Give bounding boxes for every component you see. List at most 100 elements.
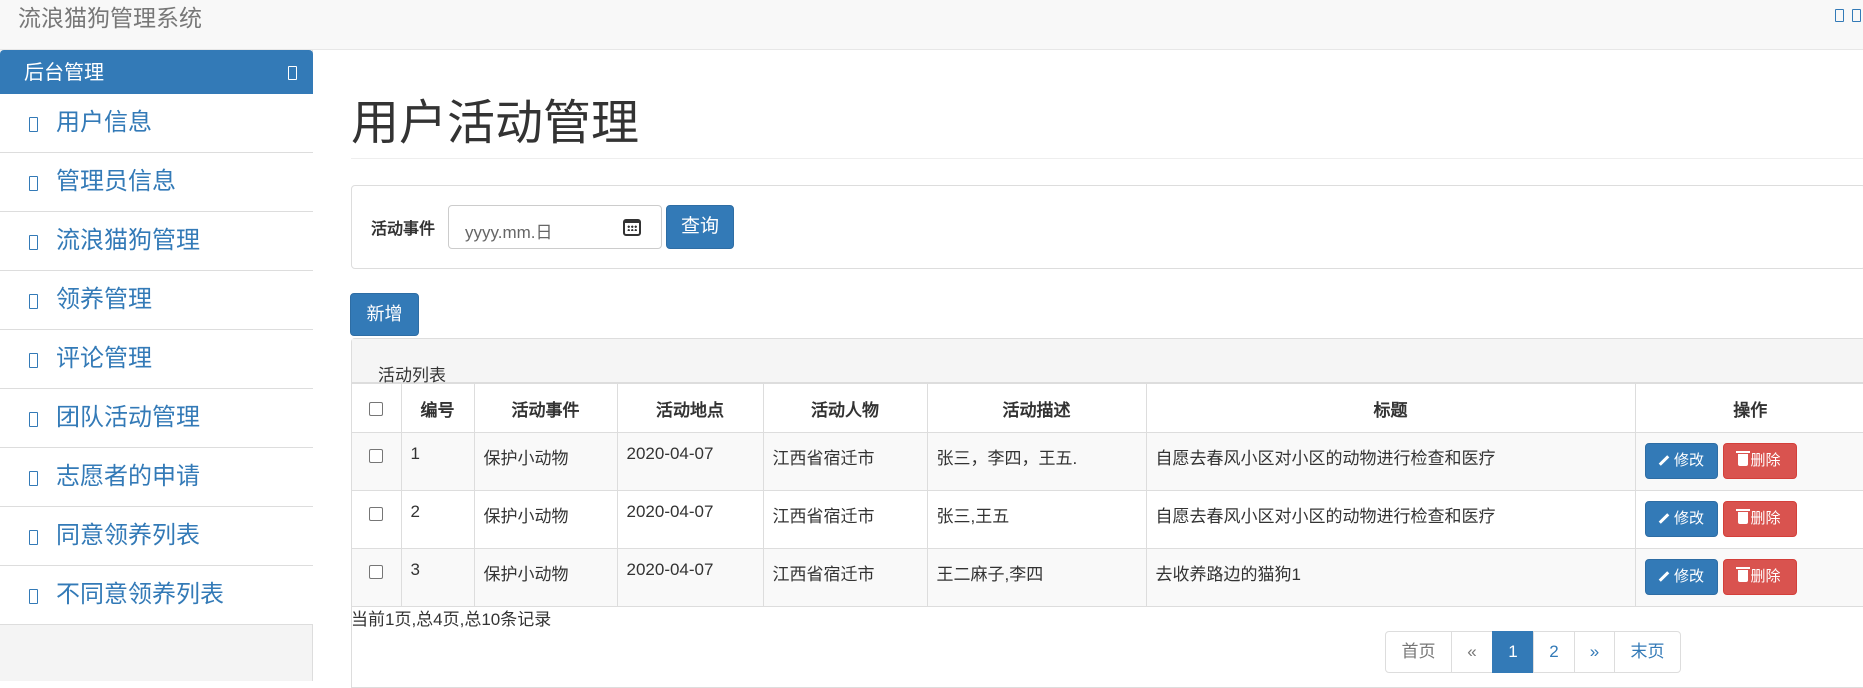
row-checkbox[interactable] — [369, 506, 384, 521]
menu-icon — [29, 294, 38, 309]
sidebar-item-rejected-adoptions[interactable]: 不同意领养列表 — [0, 566, 313, 625]
query-button[interactable]: 查询 — [666, 205, 734, 249]
menu-icon — [29, 589, 38, 604]
prev-page-link[interactable]: « — [1451, 631, 1493, 673]
cell-people: 张三，李四，王五. — [926, 432, 1147, 491]
cell-title: 去收养路边的猫狗1 — [1145, 548, 1636, 607]
title-divider — [351, 158, 1863, 159]
menu-icon — [29, 235, 38, 250]
cell-title: 自愿去春风小区对小区的动物进行检查和医疗 — [1145, 490, 1636, 549]
sidebar-item-label: 不同意领养列表 — [56, 581, 224, 608]
sidebar-item-label: 用户信息 — [56, 109, 152, 136]
menu-icon — [29, 117, 38, 132]
cell-id: 3 — [400, 548, 475, 607]
main-content: 用户活动管理 活动事件 yyyy.mm.日 查询 新增 活动列表 编号 活动事件… — [313, 50, 1863, 688]
pencil-icon — [1658, 571, 1670, 582]
edit-button[interactable]: 修改 — [1644, 443, 1718, 479]
sidebar-item-label: 同意领养列表 — [56, 522, 200, 549]
sidebar-item-team-activities[interactable]: 团队活动管理 — [0, 389, 313, 448]
delete-button[interactable]: 删除 — [1722, 559, 1797, 595]
list-panel-header: 活动列表 — [352, 339, 1863, 385]
cell-actions: 修改 删除 — [1634, 548, 1863, 607]
cell-date: 2020-04-07 — [616, 432, 764, 491]
cell-place: 江西省宿迁市 — [762, 432, 928, 491]
edit-button[interactable]: 修改 — [1644, 559, 1718, 595]
delete-label: 删除 — [1750, 510, 1781, 527]
cell-title: 自愿去春风小区对小区的动物进行检查和医疗 — [1145, 432, 1636, 491]
menu-icon — [29, 471, 38, 486]
select-all-checkbox[interactable] — [369, 401, 384, 416]
edit-label: 修改 — [1673, 510, 1704, 527]
trash-icon — [1736, 451, 1751, 466]
pencil-icon — [1658, 455, 1670, 466]
column-header[interactable]: 标题 — [1145, 383, 1636, 433]
cell-event: 保护小动物 — [473, 490, 618, 549]
row-select-cell — [352, 432, 402, 491]
sidebar-header[interactable]: 后台管理 — [0, 50, 313, 94]
sidebar-item-user-info[interactable]: 用户信息 — [0, 94, 313, 153]
table-row: 1 保护小动物 2020-04-07 江西省宿迁市 张三，李四，王五. 自愿去春… — [352, 432, 1863, 491]
last-page-link[interactable]: 末页 — [1614, 631, 1681, 673]
cell-actions: 修改 删除 — [1634, 490, 1863, 549]
sidebar-item-label: 团队活动管理 — [56, 404, 200, 431]
square-icon[interactable] — [1835, 9, 1844, 22]
square-icon[interactable] — [1852, 9, 1861, 22]
add-button[interactable]: 新增 — [350, 293, 419, 336]
sidebar-item-approved-adoptions[interactable]: 同意领养列表 — [0, 507, 313, 566]
table-row: 2 保护小动物 2020-04-07 江西省宿迁市 张三,王五 自愿去春风小区对… — [352, 490, 1863, 549]
edit-button[interactable]: 修改 — [1644, 501, 1718, 537]
trash-icon — [1736, 567, 1751, 582]
cell-place: 江西省宿迁市 — [762, 490, 928, 549]
column-header[interactable]: 编号 — [400, 383, 475, 433]
sidebar-item-comments[interactable]: 评论管理 — [0, 330, 313, 389]
activity-date-input[interactable]: yyyy.mm.日 — [448, 205, 662, 249]
sidebar-item-volunteer-applications[interactable]: 志愿者的申请 — [0, 448, 313, 507]
page-link-2[interactable]: 2 — [1533, 631, 1575, 673]
delete-button[interactable]: 删除 — [1722, 501, 1797, 537]
menu-icon — [29, 412, 38, 427]
sidebar: 后台管理 用户信息 管理员信息 流浪猫狗管理 领养管理 评论管理 团队活动管理 — [0, 50, 313, 681]
edit-label: 修改 — [1673, 568, 1704, 585]
menu-icon — [29, 176, 38, 191]
next-page-link[interactable]: » — [1574, 631, 1615, 673]
column-header[interactable]: 活动地点 — [616, 383, 764, 433]
app-title[interactable]: 流浪猫狗管理系统 — [18, 4, 202, 32]
activity-table: 编号 活动事件 活动地点 活动人物 活动描述 标题 操作 1 保护小动物 202… — [352, 383, 1863, 607]
first-page-link[interactable]: 首页 — [1385, 631, 1452, 673]
cell-event: 保护小动物 — [473, 548, 618, 607]
cell-date: 2020-04-07 — [616, 490, 764, 549]
activity-event-label: 活动事件 — [371, 221, 436, 238]
column-header[interactable]: 活动描述 — [926, 383, 1147, 433]
sidebar-item-admin-info[interactable]: 管理员信息 — [0, 153, 313, 212]
cell-date: 2020-04-07 — [616, 548, 764, 607]
row-checkbox[interactable] — [369, 564, 384, 579]
sidebar-item-label: 流浪猫狗管理 — [56, 227, 200, 254]
cell-people: 张三,王五 — [926, 490, 1147, 549]
cell-id: 1 — [400, 432, 475, 491]
page-info: 当前1页,总4页,总10条记录 — [351, 610, 552, 629]
row-checkbox[interactable] — [369, 448, 384, 463]
delete-button[interactable]: 删除 — [1722, 443, 1797, 479]
collapse-icon[interactable] — [288, 66, 297, 80]
column-header: 操作 — [1634, 383, 1863, 433]
table-header-row: 编号 活动事件 活动地点 活动人物 活动描述 标题 操作 — [352, 383, 1863, 433]
row-select-cell — [352, 548, 402, 607]
sidebar-header-title: 后台管理 — [24, 62, 104, 84]
sidebar-item-stray-pets[interactable]: 流浪猫狗管理 — [0, 212, 313, 271]
sidebar-item-label: 评论管理 — [56, 345, 152, 372]
edit-label: 修改 — [1673, 452, 1704, 469]
sidebar-item-adoption[interactable]: 领养管理 — [0, 271, 313, 330]
pagination: 首页 « 1 2 » 末页 — [1385, 631, 1681, 673]
menu-icon — [29, 530, 38, 545]
cell-id: 2 — [400, 490, 475, 549]
sidebar-item-label: 领养管理 — [56, 286, 152, 313]
cell-place: 江西省宿迁市 — [762, 548, 928, 607]
calendar-icon[interactable] — [623, 219, 641, 236]
column-header[interactable]: 活动人物 — [762, 383, 928, 433]
select-all-cell — [352, 383, 402, 433]
page-link-1[interactable]: 1 — [1492, 631, 1534, 673]
query-panel: 活动事件 yyyy.mm.日 查询 — [351, 185, 1863, 269]
column-header[interactable]: 活动事件 — [473, 383, 618, 433]
delete-label: 删除 — [1750, 568, 1781, 585]
delete-label: 删除 — [1750, 452, 1781, 469]
